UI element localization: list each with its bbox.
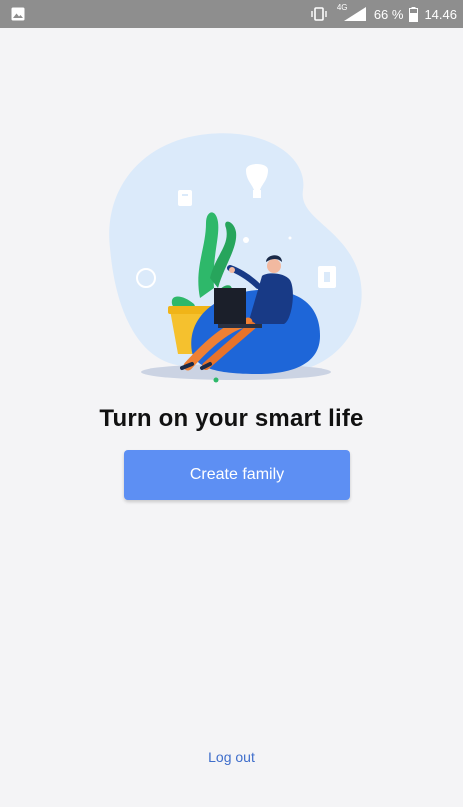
vibrate-icon (311, 7, 327, 21)
switch-icon (178, 190, 192, 206)
battery-percent: 66 % (373, 6, 404, 22)
smart-home-illustration (109, 133, 362, 383)
signal-icon (343, 7, 366, 21)
image-icon (11, 7, 25, 21)
page-headline: Turn on your smart life (99, 405, 364, 432)
status-right: 4G 66 % 14.46 (310, 0, 457, 28)
create-family-button[interactable]: Create family (124, 450, 350, 500)
clock: 14.46 (424, 6, 457, 22)
logout-link[interactable]: Log out (0, 749, 463, 765)
status-bar: 4G 66 % 14.46 (0, 0, 463, 28)
signal-indicator: 4G (334, 3, 368, 22)
battery-icon (409, 6, 419, 22)
